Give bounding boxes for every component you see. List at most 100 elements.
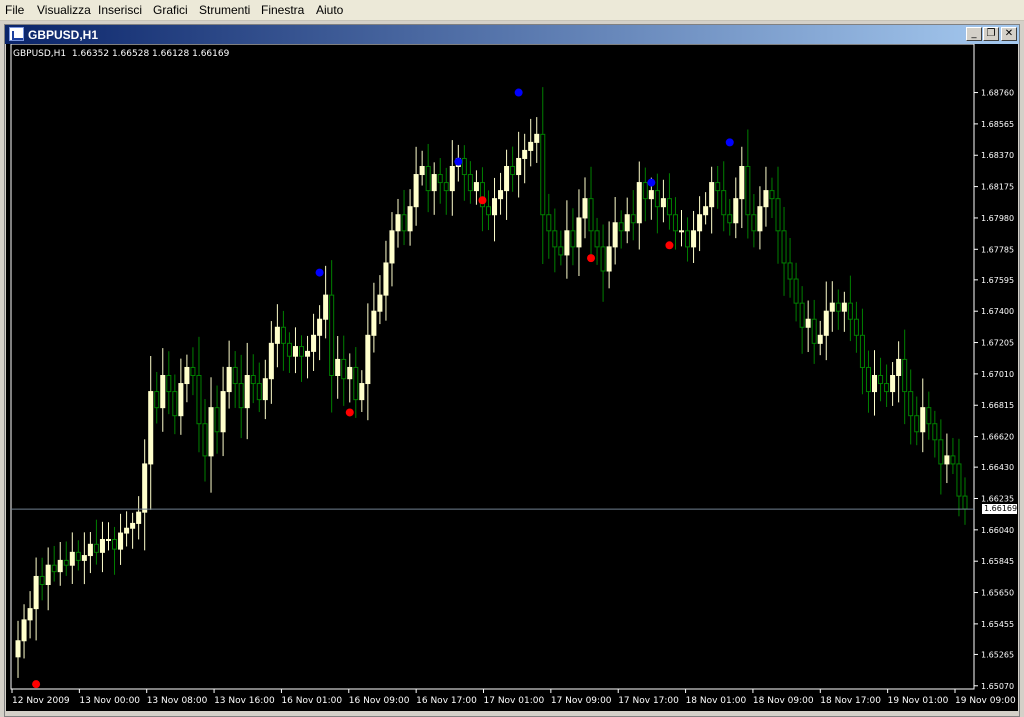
candle-body bbox=[510, 166, 516, 176]
candle-body bbox=[105, 538, 112, 541]
fractal-down-marker bbox=[587, 254, 596, 263]
chart-canvas[interactable]: 1.68760 1.68565 1.68370 1.68175 1.67980 1.677… bbox=[6, 44, 1018, 711]
candle-body bbox=[871, 375, 878, 393]
candle-body bbox=[703, 206, 709, 216]
menu-visualizza[interactable]: Visualizza bbox=[37, 3, 91, 17]
candle-body bbox=[685, 230, 691, 248]
y-tick-label: 1.66620 bbox=[981, 433, 1014, 442]
y-tick-label: 1.67980 bbox=[981, 214, 1014, 223]
x-tick-label: 17 Nov 01:00 bbox=[484, 696, 545, 706]
candle-body bbox=[407, 206, 413, 232]
candle-body bbox=[672, 214, 678, 232]
y-tick-label: 1.66815 bbox=[981, 401, 1014, 410]
candle-body bbox=[636, 182, 642, 224]
candle-body bbox=[184, 366, 190, 385]
candle-body bbox=[558, 246, 564, 256]
candle-body bbox=[63, 559, 69, 566]
candle-body bbox=[431, 174, 437, 192]
menu-grafici[interactable]: Grafici bbox=[153, 3, 188, 17]
candle-body bbox=[552, 230, 558, 248]
candle-body bbox=[751, 214, 757, 232]
candle-body bbox=[859, 334, 865, 368]
candle-body bbox=[570, 230, 576, 248]
current-price-tag: 1.66169 bbox=[981, 503, 1018, 515]
fractal-up-marker bbox=[315, 268, 324, 277]
x-tick-label: 12 Nov 2009 bbox=[12, 696, 70, 706]
candle-body bbox=[371, 310, 377, 336]
candle-body bbox=[274, 326, 280, 344]
window-titlebar[interactable]: GBPUSD,H1 _ ❐ ✕ bbox=[5, 25, 1019, 44]
y-tick-label: 1.66040 bbox=[981, 526, 1014, 535]
candle-body bbox=[715, 182, 721, 192]
candle-body bbox=[292, 346, 298, 357]
candle-body bbox=[522, 149, 528, 159]
candle-body bbox=[516, 157, 522, 176]
candle-body bbox=[238, 383, 244, 409]
candle-body bbox=[878, 375, 884, 385]
candle-body bbox=[498, 190, 504, 200]
candle-body bbox=[624, 214, 630, 232]
candle-body bbox=[648, 190, 654, 200]
fractal-up-marker bbox=[725, 138, 734, 147]
candle-body bbox=[944, 455, 950, 465]
candle-body bbox=[739, 166, 745, 200]
candle-body bbox=[57, 559, 63, 573]
candle-body bbox=[413, 174, 419, 208]
candle-body bbox=[118, 532, 124, 550]
y-tick-label: 1.65070 bbox=[981, 682, 1014, 691]
candle-body bbox=[262, 378, 268, 401]
candle-body bbox=[950, 455, 956, 465]
candle-body bbox=[612, 222, 618, 248]
candle-body bbox=[884, 383, 890, 393]
candle-body bbox=[395, 214, 401, 232]
candle-body bbox=[733, 198, 739, 224]
fractal-up-marker bbox=[454, 157, 463, 166]
y-tick-label: 1.66430 bbox=[981, 463, 1014, 472]
candle-body bbox=[829, 302, 835, 312]
menu-aiuto[interactable]: Aiuto bbox=[316, 3, 343, 17]
candle-body bbox=[962, 495, 968, 510]
candle-body bbox=[630, 214, 636, 224]
candle-body bbox=[600, 246, 606, 272]
price-chart[interactable]: 1.68760 1.68565 1.68370 1.68175 1.67980 1.677… bbox=[6, 44, 1018, 711]
candle-body bbox=[920, 407, 926, 433]
candle-body bbox=[449, 166, 455, 192]
candle-body bbox=[932, 423, 938, 441]
candle-body bbox=[377, 294, 383, 312]
candle-body bbox=[244, 375, 250, 409]
candle-body bbox=[504, 166, 510, 192]
candle-body bbox=[329, 294, 335, 376]
candle-body bbox=[172, 391, 178, 417]
window-title: GBPUSD,H1 bbox=[28, 28, 99, 42]
menu-finestra[interactable]: Finestra bbox=[261, 3, 304, 17]
menu-inserisci[interactable]: Inserisci bbox=[98, 3, 142, 17]
candle-body bbox=[582, 198, 588, 219]
candle-body bbox=[81, 555, 87, 561]
candle-body bbox=[130, 522, 136, 529]
candle-body bbox=[256, 383, 262, 401]
candle-body bbox=[709, 182, 715, 208]
menu-strumenti[interactable]: Strumenti bbox=[199, 3, 250, 17]
candle-body bbox=[87, 543, 93, 557]
restore-button[interactable]: ❐ bbox=[983, 27, 999, 41]
minimize-button[interactable]: _ bbox=[966, 27, 982, 41]
candle-body bbox=[799, 302, 805, 328]
menu-file[interactable]: File bbox=[5, 3, 24, 17]
x-tick-label: 17 Nov 09:00 bbox=[551, 696, 612, 706]
candle-body bbox=[353, 366, 359, 401]
candle-body bbox=[27, 608, 33, 621]
x-tick-label: 16 Nov 17:00 bbox=[416, 696, 477, 706]
candle-body bbox=[841, 302, 847, 312]
y-tick-label: 1.67785 bbox=[981, 245, 1014, 254]
candle-body bbox=[564, 230, 570, 256]
candle-body bbox=[178, 383, 184, 417]
candle-body bbox=[190, 366, 196, 377]
candle-body bbox=[666, 198, 672, 216]
x-tick-label: 19 Nov 01:00 bbox=[888, 696, 949, 706]
candle-body bbox=[383, 262, 389, 296]
candle-body bbox=[148, 391, 154, 465]
candle-body bbox=[317, 318, 323, 336]
candle-body bbox=[39, 575, 45, 586]
x-tick-label: 17 Nov 17:00 bbox=[618, 696, 679, 706]
close-button[interactable]: ✕ bbox=[1001, 27, 1017, 41]
